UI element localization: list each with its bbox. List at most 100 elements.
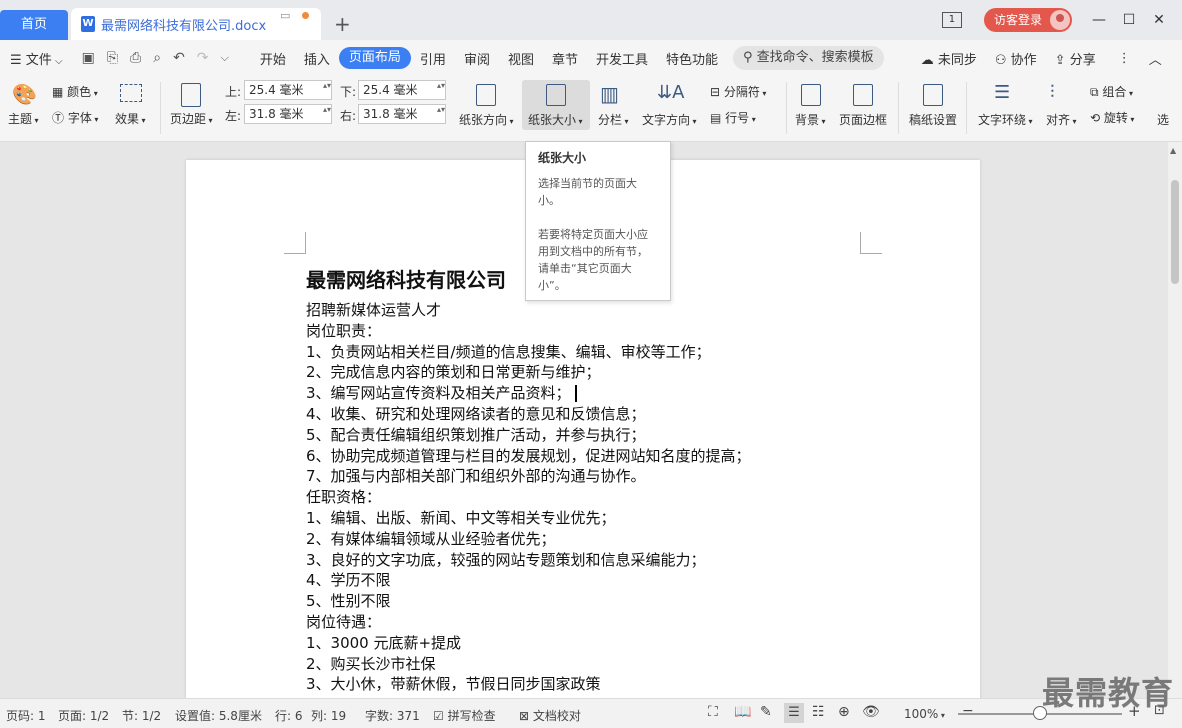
menu-tab-chapter[interactable]: 章节 xyxy=(543,49,587,68)
orientation-icon[interactable] xyxy=(476,84,496,106)
paper-size-button[interactable]: 纸张大小 ▾ xyxy=(528,111,583,128)
eye-protection-icon[interactable]: 👁 xyxy=(862,704,880,720)
web-view-icon[interactable]: ⊕ xyxy=(838,704,850,720)
document-line: 3、良好的文字功底，较强的网站专题策划和信息采编能力； xyxy=(306,550,706,569)
columns-button[interactable]: 分栏 ▾ xyxy=(598,111,629,128)
menu-tab-reference[interactable]: 引用 xyxy=(411,49,455,68)
menu-tab-insert[interactable]: 插入 xyxy=(295,49,339,68)
menu-tab-dev-tools[interactable]: 开发工具 xyxy=(587,49,657,68)
outline-view-icon[interactable]: ☷ xyxy=(812,704,825,720)
line-number-icon: ▤ xyxy=(710,111,726,125)
zoom-out-icon[interactable]: − xyxy=(962,703,974,719)
print-icon[interactable]: ⎙ xyxy=(130,50,141,66)
undo-icon[interactable]: ↶ xyxy=(173,50,185,66)
margin-icon[interactable] xyxy=(181,83,201,107)
text-direction-button[interactable]: 文字方向 ▾ xyxy=(642,111,697,128)
collapse-ribbon-icon[interactable]: ︿ xyxy=(1140,49,1171,68)
document-lines: 招聘新媒体运营人才 岗位职责： 1、负责网站相关栏目/频道的信息搜集、编辑、审校等工… xyxy=(306,300,866,695)
page-border-button[interactable]: 页面边框 xyxy=(839,111,887,128)
dropdown-arrow-icon: ▾ xyxy=(507,117,514,126)
fullscreen-icon[interactable]: ⛶ xyxy=(708,704,718,720)
left-margin-input[interactable]: 31.8 毫米 xyxy=(244,104,332,124)
text-direction-icon[interactable]: ⇊A xyxy=(657,82,684,103)
line-number-button[interactable]: ▤ 行号 ▾ xyxy=(710,109,756,126)
more-chevron-icon[interactable]: ⌵ xyxy=(221,51,229,65)
rotate-button[interactable]: ⟲ 旋转 ▾ xyxy=(1090,109,1134,126)
align-icon[interactable]: ⫶ xyxy=(1050,82,1055,103)
vertical-scroll-thumb[interactable] xyxy=(1171,180,1179,284)
background-icon[interactable] xyxy=(801,84,821,106)
monitor-icon[interactable]: ▭ xyxy=(280,9,290,22)
status-setting[interactable]: 设置值: 5.8厘米 xyxy=(175,707,262,724)
collaborate-button[interactable]: ⚇ 协作 xyxy=(986,49,1046,68)
text-wrap-icon[interactable]: ☰ xyxy=(994,82,1010,103)
text-wrap-button[interactable]: 文字环绕 ▾ xyxy=(978,111,1033,128)
theme-palette-icon[interactable]: 🎨 xyxy=(12,82,37,106)
scroll-up-icon[interactable]: ▲ xyxy=(1170,146,1176,155)
group-button[interactable]: ⧉ 组合 ▾ xyxy=(1090,83,1133,100)
bottom-margin-input[interactable]: 25.4 毫米 xyxy=(358,80,446,100)
save-icon[interactable]: ▣ xyxy=(82,50,95,66)
effect-label: 效果 xyxy=(115,112,140,126)
status-row[interactable]: 行: 6 xyxy=(275,707,303,724)
command-search[interactable]: ⚲ 查找命令、搜索模板 xyxy=(733,46,884,70)
redo-icon[interactable]: ↷ xyxy=(197,50,209,66)
menu-tab-page-layout[interactable]: 页面布局 xyxy=(338,47,411,69)
edit-pen-icon[interactable]: ✎ xyxy=(760,704,772,720)
read-mode-icon[interactable]: 📖 xyxy=(734,704,751,720)
page-border-icon[interactable] xyxy=(853,84,873,106)
top-margin-input[interactable]: 25.4 毫米 xyxy=(244,80,332,100)
font-button[interactable]: Ⓣ 字体 ▾ xyxy=(52,109,98,126)
menu-tab-review[interactable]: 审阅 xyxy=(455,49,499,68)
group-icon: ⧉ xyxy=(1090,85,1103,99)
status-column[interactable]: 列: 19 xyxy=(311,707,346,724)
columns-icon[interactable]: ▥ xyxy=(600,82,619,106)
dropdown-arrow-icon: ▾ xyxy=(759,89,767,98)
separator-button[interactable]: ⊟ 分隔符 ▾ xyxy=(710,83,766,100)
vertical-scrollbar[interactable]: ▲ xyxy=(1168,142,1182,698)
manuscript-button[interactable]: 稿纸设置 xyxy=(909,111,957,128)
more-menu-icon[interactable]: ⋮ xyxy=(1109,51,1140,66)
status-page-number[interactable]: 页码: 1 xyxy=(6,707,46,724)
select-button[interactable]: 选 xyxy=(1157,111,1169,128)
document-line: 4、学历不限 xyxy=(306,571,391,590)
maximize-icon[interactable]: ☐ xyxy=(1114,12,1144,28)
document-line: 3、编写网站宣传资料及相关产品资料； xyxy=(306,383,866,404)
orientation-button[interactable]: 纸张方向 ▾ xyxy=(459,111,514,128)
status-section[interactable]: 节: 1/2 xyxy=(122,707,161,724)
spellcheck-button[interactable]: ☑ 拼写检查 xyxy=(433,707,496,724)
right-margin-input[interactable]: 31.8 毫米 xyxy=(358,104,446,124)
proofread-label: 文档校对 xyxy=(532,709,581,723)
theme-button[interactable]: 主题 ▾ xyxy=(8,110,39,127)
window-count-indicator[interactable]: 1 xyxy=(941,12,962,28)
preview-icon[interactable]: ⌕ xyxy=(153,50,161,66)
effect-icon[interactable] xyxy=(120,84,142,102)
sync-status[interactable]: ☁ 未同步 xyxy=(912,49,986,68)
zoom-level[interactable]: 100% ▾ xyxy=(904,707,945,721)
menu-tab-start[interactable]: 开始 xyxy=(251,49,295,68)
paper-size-icon[interactable] xyxy=(546,84,566,106)
proofread-button[interactable]: ⊠ 文档校对 xyxy=(519,707,581,724)
document-body[interactable]: 最需网络科技有限公司 招聘新媒体运营人才 岗位职责： 1、负责网站相关栏目/频道的信… xyxy=(306,264,866,695)
close-icon[interactable]: ✕ xyxy=(1144,12,1174,28)
align-button[interactable]: 对齐 ▾ xyxy=(1046,111,1077,128)
effect-button[interactable]: 效果 ▾ xyxy=(115,110,146,127)
minimize-icon[interactable]: — xyxy=(1084,12,1114,28)
login-button[interactable]: 访客登录 xyxy=(983,8,1072,32)
unsaved-dot-icon xyxy=(302,12,309,19)
color-button[interactable]: ▦ 颜色 ▾ xyxy=(52,83,98,100)
background-button[interactable]: 背景 ▾ xyxy=(795,111,826,128)
tab-home[interactable]: 首页 xyxy=(0,10,68,40)
file-menu[interactable]: ☰ 文件 ⌵ xyxy=(0,49,72,68)
margin-button[interactable]: 页边距 ▾ xyxy=(170,110,213,127)
new-tab-plus-icon[interactable]: + xyxy=(334,12,351,36)
status-word-count[interactable]: 字数: 371 xyxy=(365,707,420,724)
menu-tab-view[interactable]: 视图 xyxy=(499,49,543,68)
share-button[interactable]: ⇪ 分享 xyxy=(1046,49,1105,68)
export-icon[interactable]: ⎘ xyxy=(107,50,118,66)
page-view-icon[interactable]: ☰ xyxy=(784,703,804,723)
menu-tab-features[interactable]: 特色功能 xyxy=(657,49,727,68)
dropdown-arrow-icon: ▾ xyxy=(690,117,697,126)
manuscript-icon[interactable] xyxy=(923,84,943,106)
status-pages[interactable]: 页面: 1/2 xyxy=(58,707,109,724)
